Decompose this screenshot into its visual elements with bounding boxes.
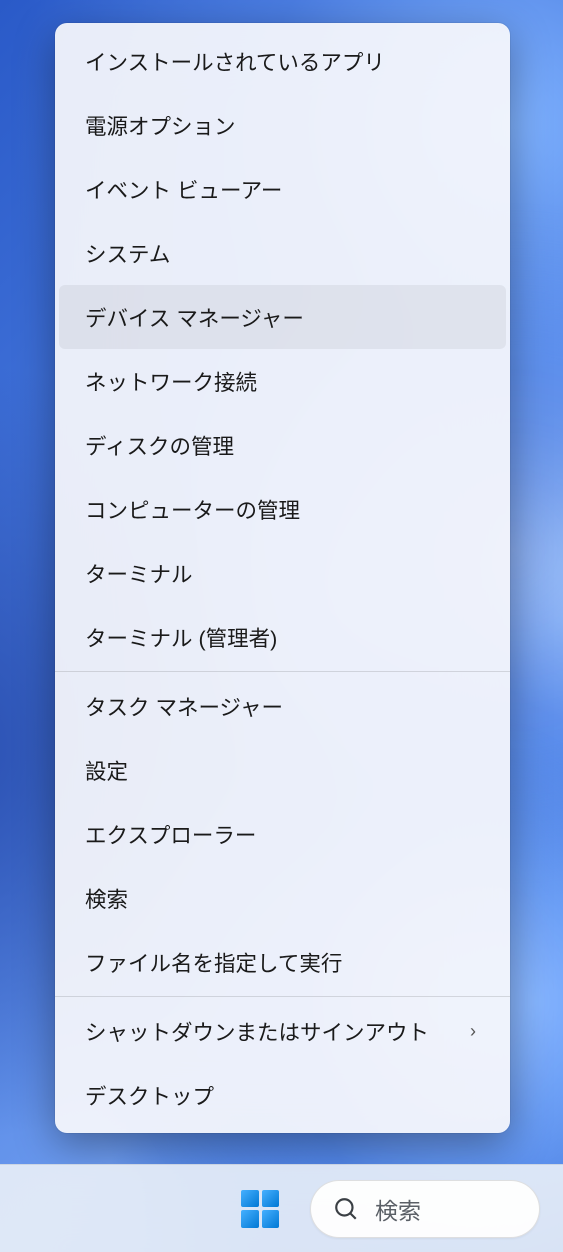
menu-item-label: イベント ビューアー [85,174,282,205]
menu-item-label: エクスプローラー [85,819,256,850]
menu-item-task-manager[interactable]: タスク マネージャー [59,674,506,738]
menu-item-label: ファイル名を指定して実行 [85,947,342,978]
menu-item-device-manager[interactable]: デバイス マネージャー [59,285,506,349]
menu-item-label: タスク マネージャー [85,691,283,722]
menu-item-installed-apps[interactable]: インストールされているアプリ [59,29,506,93]
menu-item-label: コンピューターの管理 [85,494,300,525]
menu-item-label: デスクトップ [85,1080,214,1111]
taskbar: 検索 [0,1164,563,1252]
menu-item-label: ターミナル [85,558,193,589]
menu-item-label: シャットダウンまたはサインアウト [85,1016,429,1047]
menu-item-label: ディスクの管理 [85,430,234,461]
menu-separator [55,671,510,672]
chevron-right-icon: › [470,1021,476,1042]
menu-item-settings[interactable]: 設定 [59,738,506,802]
menu-item-network-conns[interactable]: ネットワーク接続 [59,349,506,413]
menu-item-label: 検索 [85,883,128,914]
menu-item-label: 設定 [85,755,128,786]
menu-item-run[interactable]: ファイル名を指定して実行 [59,930,506,994]
menu-item-event-viewer[interactable]: イベント ビューアー [59,157,506,221]
menu-item-desktop[interactable]: デスクトップ [59,1063,506,1127]
menu-item-system[interactable]: システム [59,221,506,285]
menu-item-label: デバイス マネージャー [85,302,304,333]
menu-item-label: ターミナル (管理者) [85,622,277,653]
menu-separator [55,996,510,997]
windows-logo-icon [241,1190,279,1228]
start-button[interactable] [228,1177,292,1241]
winx-context-menu: インストールされているアプリ電源オプションイベント ビューアーシステムデバイス … [55,23,510,1133]
menu-item-terminal[interactable]: ターミナル [59,541,506,605]
menu-item-power-options[interactable]: 電源オプション [59,93,506,157]
menu-item-label: 電源オプション [85,110,236,141]
menu-item-disk-mgmt[interactable]: ディスクの管理 [59,413,506,477]
search-icon [333,1196,359,1222]
taskbar-search-label: 検索 [375,1192,421,1226]
menu-item-label: ネットワーク接続 [85,366,257,397]
menu-item-explorer[interactable]: エクスプローラー [59,802,506,866]
menu-item-terminal-admin[interactable]: ターミナル (管理者) [59,605,506,669]
menu-item-shutdown-signout[interactable]: シャットダウンまたはサインアウト › [59,999,506,1063]
menu-item-label: システム [85,238,170,269]
menu-item-label: インストールされているアプリ [85,46,385,77]
menu-item-search[interactable]: 検索 [59,866,506,930]
taskbar-search[interactable]: 検索 [310,1180,540,1238]
menu-item-computer-mgmt[interactable]: コンピューターの管理 [59,477,506,541]
